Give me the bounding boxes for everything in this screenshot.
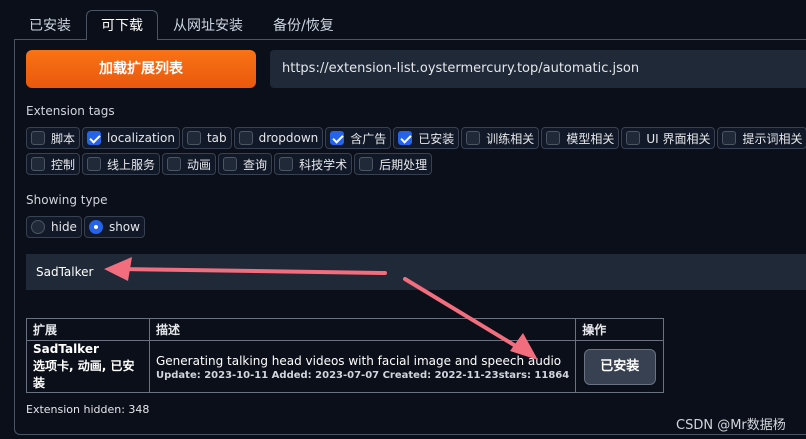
action-cell: 已安装 [575, 340, 665, 393]
radio-label: hide [51, 220, 77, 234]
tag-checkbox[interactable] [546, 131, 561, 145]
tab-backup-restore[interactable]: 备份/恢复 [258, 10, 349, 40]
tag-label: localization [107, 131, 175, 145]
tag-label: UI 界面相关 [646, 131, 711, 146]
tab-installed[interactable]: 已安装 [14, 10, 86, 40]
column-header-action: 操作 [575, 318, 665, 341]
tab-bar: 已安装 可下载 从网址安装 备份/恢复 [14, 10, 349, 40]
extensions-table: 扩展 描述 操作 SadTalker 选项卡, 动画, 已安装 Generati… [26, 318, 665, 393]
tag-chip-ads[interactable]: 含广告 [325, 127, 392, 149]
tag-chip-tab[interactable]: tab [181, 127, 232, 149]
radio-indicator[interactable] [31, 220, 45, 234]
column-header-extension: 扩展 [26, 318, 150, 341]
extension-description: Generating talking head videos with faci… [156, 354, 562, 368]
extension-tags-row-1: 脚本 localization tab dropdown 含广告 已安装 训练相… [26, 127, 806, 149]
installed-button[interactable]: 已安装 [583, 348, 656, 385]
tag-chip-dropdown[interactable]: dropdown [233, 127, 324, 149]
radio-indicator[interactable] [88, 220, 103, 234]
table-row: SadTalker 选项卡, 动画, 已安装 Generating talkin… [26, 340, 665, 393]
tag-label: 后期处理 [379, 157, 428, 172]
tag-label: dropdown [258, 131, 319, 145]
extension-tags-label: Extension tags [26, 104, 115, 118]
tag-chip-query[interactable]: 查询 [218, 153, 273, 175]
tag-chip-ui[interactable]: UI 界面相关 [621, 127, 716, 149]
radio-hide[interactable]: hide [26, 216, 82, 238]
tag-chip-control[interactable]: 控制 [26, 153, 81, 175]
tag-checkbox[interactable] [238, 131, 253, 145]
tag-chip-localization[interactable]: localization [82, 127, 180, 149]
extension-name[interactable]: SadTalker [33, 341, 143, 358]
extension-index-url-input[interactable]: https://extension-list.oystermercury.top… [270, 50, 806, 88]
tag-checkbox[interactable] [186, 131, 201, 145]
tag-label: 科技学术 [299, 157, 348, 172]
tag-label: 训练相关 [486, 131, 535, 146]
tag-chip-science[interactable]: 科技学术 [274, 153, 353, 175]
tag-checkbox[interactable] [87, 157, 102, 171]
tag-checkbox[interactable] [87, 131, 102, 145]
tag-checkbox[interactable] [279, 157, 294, 171]
extension-meta: Update: 2023-10-11 Added: 2023-07-07 Cre… [156, 370, 569, 381]
tag-chip-online[interactable]: 线上服务 [82, 153, 161, 175]
tag-checkbox[interactable] [359, 157, 374, 171]
tag-label: 控制 [51, 157, 76, 172]
load-extension-list-button[interactable]: 加载扩展列表 [26, 50, 256, 88]
tag-label: 提示词相关 [742, 131, 803, 146]
radio-show[interactable]: show [83, 216, 145, 238]
tag-checkbox[interactable] [167, 157, 182, 171]
radio-label: show [108, 220, 140, 234]
tag-chip-installed[interactable]: 已安装 [393, 127, 460, 149]
tag-chip-prompts[interactable]: 提示词相关 [717, 127, 806, 149]
tag-label: tab [206, 131, 227, 145]
tag-checkbox[interactable] [31, 157, 45, 171]
tag-label: 线上服务 [107, 157, 156, 172]
tag-chip-models[interactable]: 模型相关 [541, 127, 620, 149]
tab-available[interactable]: 可下载 [86, 10, 158, 40]
tag-checkbox[interactable] [223, 157, 238, 171]
tag-checkbox[interactable] [31, 131, 45, 145]
tag-chip-training[interactable]: 训练相关 [461, 127, 540, 149]
tag-checkbox[interactable] [398, 131, 413, 145]
extension-tags: 选项卡, 动画, 已安装 [33, 359, 135, 390]
tab-install-from-url[interactable]: 从网址安装 [158, 10, 258, 40]
search-input[interactable]: SadTalker [26, 254, 806, 290]
tag-label: 已安装 [418, 131, 455, 146]
description-cell: Generating talking head videos with faci… [148, 340, 577, 393]
tag-checkbox[interactable] [466, 131, 481, 145]
showing-type-label: Showing type [26, 193, 108, 207]
tag-chip-script[interactable]: 脚本 [26, 127, 81, 149]
extension-stars: stars: 11864 [498, 370, 570, 381]
tag-checkbox[interactable] [722, 131, 737, 145]
tag-label: 模型相关 [566, 131, 615, 146]
tag-label: 查询 [243, 157, 268, 172]
tag-label: 动画 [187, 157, 212, 172]
column-header-description: 描述 [148, 318, 577, 341]
extension-dates: Update: 2023-10-11 Added: 2023-07-07 Cre… [156, 370, 499, 381]
showing-type-options: hide show [26, 216, 145, 238]
tag-checkbox[interactable] [626, 131, 641, 145]
csdn-watermark: CSDN @Mr数据杨 [676, 418, 786, 433]
extension-cell: SadTalker 选项卡, 动画, 已安装 [26, 340, 150, 393]
extension-tags-row-2: 控制 线上服务 动画 查询 科技学术 后期处理 [26, 153, 433, 175]
tag-chip-postprocessing[interactable]: 后期处理 [354, 153, 433, 175]
tag-label: 脚本 [51, 131, 76, 146]
tag-checkbox[interactable] [330, 131, 345, 145]
extension-hidden-count: Extension hidden: 348 [26, 403, 150, 416]
tag-label: 含广告 [350, 131, 387, 146]
tag-chip-animation[interactable]: 动画 [162, 153, 217, 175]
